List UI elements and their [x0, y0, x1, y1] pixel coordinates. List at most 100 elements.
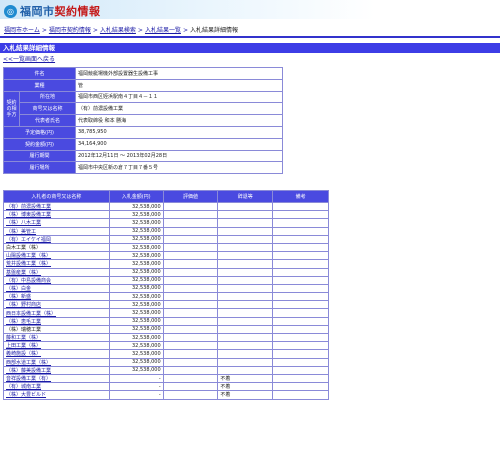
bid-amount: 32,538,000 — [108, 226, 164, 236]
bidder-name[interactable]: 西部水道工業（株） — [3, 357, 110, 367]
logo-text: 福岡市契約情報 — [20, 5, 101, 18]
bid-amount: 32,538,000 — [108, 300, 164, 310]
breadcrumb-separator: > — [182, 27, 188, 34]
bidder-name[interactable]: （株）恵毛工業 — [3, 316, 110, 326]
bidder-name[interactable]: 音祥設備工業（有） — [3, 373, 110, 384]
bidder-name[interactable]: （株）白金 — [3, 283, 110, 294]
bid-amount: 32,538,000 — [108, 283, 164, 294]
city-emblem-icon: ◎ — [4, 4, 17, 18]
bidder-name[interactable]: （有）エイケイ福岡 — [3, 234, 110, 244]
table-row: 上田工業（株） 32,538,000 — [3, 341, 329, 351]
back-to-list-link[interactable]: <<一覧画面へ戻る — [3, 54, 55, 63]
breadcrumb-home[interactable]: 福岡市ホーム — [4, 27, 40, 34]
bidder-name[interactable]: （有）前濃設備工業 — [3, 201, 110, 212]
bidder-name[interactable]: （有）城南工業 — [3, 382, 110, 392]
note-value — [272, 357, 329, 367]
bid-amount: 32,538,000 — [108, 210, 164, 220]
bid-amount: 32,538,000 — [108, 316, 164, 326]
eval-value — [162, 324, 219, 335]
note-value — [272, 365, 329, 375]
bidder-name[interactable]: 藤和工業（株） — [3, 332, 110, 343]
subject-label: 件名 — [3, 67, 76, 80]
bidder-name[interactable]: 山陽設備工業（株） — [3, 251, 110, 261]
bidder-name[interactable]: 西日本設備工業（株） — [3, 308, 110, 318]
table-row: 荒井設備工業（株） 32,538,000 — [3, 259, 329, 269]
period-value: 2012年12月11日 ～ 2013年02月28日 — [75, 149, 283, 163]
note-value — [272, 201, 329, 212]
bid-amount: 32,538,000 — [108, 308, 164, 318]
bidder-name[interactable]: （株）藤美設備工業 — [3, 365, 110, 375]
status-value — [217, 226, 274, 236]
eval-value — [162, 234, 219, 244]
table-row: 音祥設備工業（有） - 不着 — [3, 373, 329, 384]
bidder-name[interactable]: （株）野村商店 — [3, 300, 110, 310]
eval-value — [162, 382, 219, 392]
table-row: 西部水道工業（株） 32,538,000 — [3, 357, 329, 367]
table-row: 西日本設備工業（株） 32,538,000 — [3, 308, 329, 318]
info-row-category: 業種 管 — [3, 78, 283, 92]
bidder-name[interactable]: 上田工業（株） — [3, 341, 110, 351]
category-label: 業種 — [3, 78, 76, 92]
col-header-bidder: 入札者の商号又は名称 — [3, 190, 110, 203]
bidder-name[interactable]: （株）大豊ビルド — [3, 390, 110, 400]
rep-label: 代表者氏名 — [19, 114, 76, 127]
note-value — [272, 259, 329, 269]
bidder-name[interactable]: （株）八木工業 — [3, 218, 110, 228]
note-value — [272, 300, 329, 310]
table-row: （株）恵毛工業 32,538,000 — [3, 316, 329, 326]
place-value: 福岡市中央区新の倉７丁目７番５号 — [75, 161, 283, 175]
breadcrumb-contract-info[interactable]: 福岡市契約情報 — [49, 27, 91, 34]
col-header-eval: 評価値 — [162, 190, 219, 203]
bidder-name[interactable]: 基盤産業（株） — [3, 267, 110, 277]
note-value — [272, 308, 329, 318]
company-value: （有）前濃設備工業 — [75, 102, 283, 116]
eval-value — [162, 316, 219, 326]
table-row: （株）美管工 32,538,000 — [3, 226, 329, 236]
table-row: 藤和工業（株） 32,538,000 — [3, 332, 329, 343]
breadcrumb-search[interactable]: 入札結果検索 — [100, 27, 136, 34]
status-value — [217, 292, 274, 302]
note-value — [272, 210, 329, 220]
table-row: （株）大豊ビルド - 不着 — [3, 390, 329, 400]
contractor-group-label: 契約の相手方 — [3, 90, 20, 127]
bid-amount: - — [108, 373, 164, 384]
note-value — [272, 234, 329, 244]
status-value — [217, 259, 274, 269]
bid-amount: 32,538,000 — [108, 234, 164, 244]
bid-amount: 32,538,000 — [108, 357, 164, 367]
table-row: （有）城南工業 - 不着 — [3, 382, 329, 392]
info-row-place: 履行場所 福岡市中央区新の倉７丁目７番５号 — [3, 161, 283, 175]
bidder-name[interactable]: （有）中島設備商会 — [3, 275, 110, 285]
eval-value — [162, 341, 219, 351]
bidder-name: 白木工業（株） — [3, 242, 110, 253]
category-value: 管 — [75, 78, 283, 92]
breadcrumb-separator: > — [92, 27, 98, 34]
bid-amount: 32,538,000 — [108, 218, 164, 228]
planned-price-value: 38,785,950 — [75, 125, 283, 139]
planned-price-label: 予定価格(円) — [3, 125, 76, 139]
bidder-name[interactable]: （株）新盛 — [3, 292, 110, 302]
status-value — [217, 324, 274, 335]
table-row: （有）中島設備商会 32,538,000 — [3, 275, 329, 285]
bidder-name[interactable]: （株）美管工 — [3, 226, 110, 236]
note-value — [272, 382, 329, 392]
eval-value — [162, 275, 219, 285]
rep-value: 代表取締役 和本 勝海 — [75, 114, 283, 127]
table-row: 白木工業（株） 32,538,000 — [3, 242, 329, 253]
note-value — [272, 242, 329, 253]
status-value — [217, 341, 274, 351]
site-logo[interactable]: ◎ 福岡市契約情報 — [4, 3, 101, 19]
col-header-amount: 入札金額(円) — [108, 190, 164, 203]
site-header: ◎ 福岡市契約情報 — [0, 0, 500, 19]
eval-value — [162, 308, 219, 318]
status-value: 不着 — [217, 390, 274, 400]
status-value — [217, 283, 274, 294]
breadcrumb-separator: > — [137, 27, 143, 34]
bidder-name[interactable]: （株）博東設備工業 — [3, 210, 110, 220]
bidder-name[interactable]: 義崎施設（株） — [3, 349, 110, 359]
contract-amount-value: 34,164,900 — [75, 137, 283, 151]
breadcrumb-list[interactable]: 入札結果一覧 — [145, 27, 181, 34]
place-label: 履行場所 — [3, 161, 76, 175]
bid-amount: 32,538,000 — [108, 365, 164, 375]
bidder-name[interactable]: 荒井設備工業（株） — [3, 259, 110, 269]
